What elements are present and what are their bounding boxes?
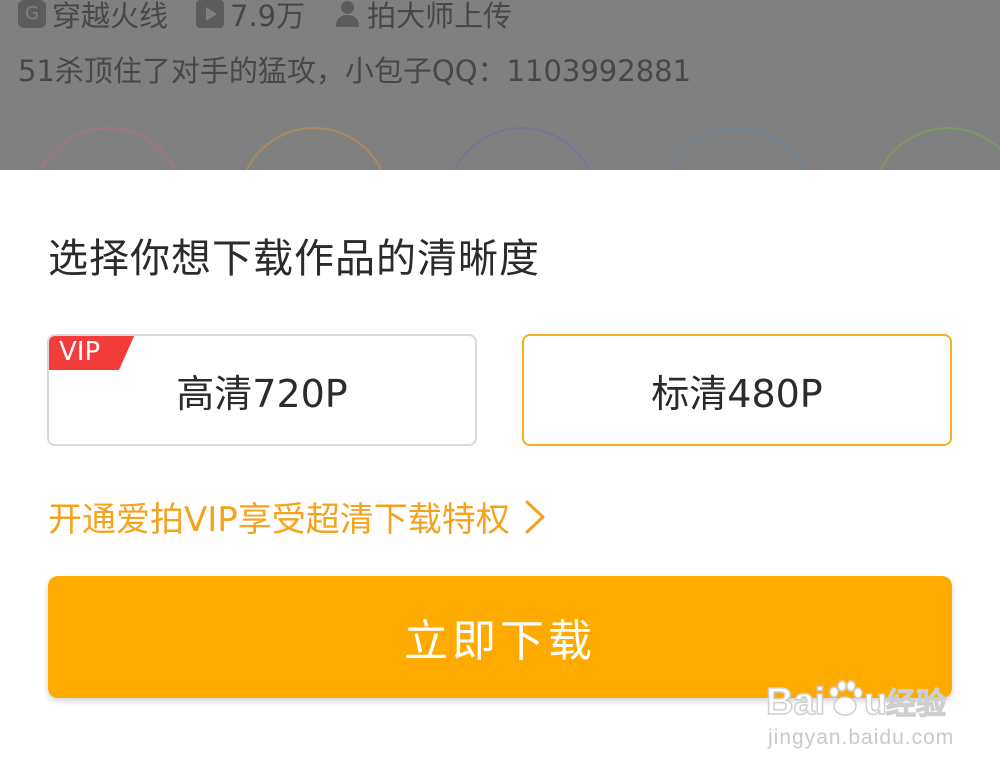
quality-option-label: 高清720P: [176, 371, 348, 416]
video-description: 51杀顶住了对手的猛攻，小包子QQ：1103992881: [18, 54, 692, 88]
quality-option-label: 标清480P: [651, 371, 823, 416]
chevron-right-icon: [525, 500, 545, 533]
download-now-button[interactable]: 立即下载: [48, 576, 952, 698]
share-circle-5: [872, 127, 1000, 170]
share-circle-2: [238, 127, 390, 170]
view-count: 7.9万: [196, 0, 305, 35]
vip-promo-text: 开通爱拍VIP享受超清下载特权: [48, 500, 510, 540]
video-meta-row: 穿越火线 7.9万 拍大师上传: [18, 0, 540, 36]
quality-option-720p[interactable]: VIP 高清720P: [47, 334, 477, 446]
game-name: 穿越火线: [52, 0, 169, 33]
background-page: 穿越火线 7.9万 拍大师上传 51杀顶住了对手的猛攻，小包子QQ：110399…: [0, 0, 1000, 170]
vip-promo-link[interactable]: 开通爱拍VIP享受超清下载特权: [48, 492, 552, 541]
share-circle-4: [662, 127, 814, 170]
sheet-title: 选择你想下载作品的清晰度: [48, 236, 540, 282]
share-circle-1: [32, 127, 184, 170]
user-icon: [333, 0, 361, 28]
view-count-text: 7.9万: [230, 0, 306, 33]
game-icon: [18, 0, 46, 28]
quality-option-480p[interactable]: 标清480P: [522, 334, 952, 446]
uploader: 拍大师上传: [333, 0, 512, 35]
download-quality-sheet: 选择你想下载作品的清晰度 VIP 高清720P 标清480P 开通爱拍VIP享受…: [0, 170, 1000, 776]
game-tag: 穿越火线: [18, 0, 168, 35]
uploader-text: 拍大师上传: [367, 0, 513, 33]
share-circle-3: [446, 127, 598, 170]
play-icon: [196, 0, 225, 28]
